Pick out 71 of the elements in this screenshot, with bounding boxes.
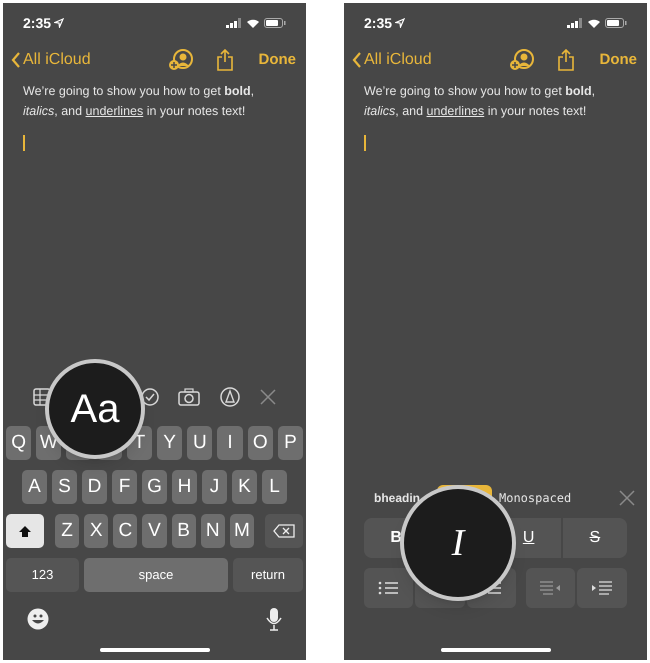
battery-icon [264, 18, 286, 28]
add-person-icon[interactable] [168, 49, 192, 71]
return-key[interactable]: return [233, 558, 303, 592]
shift-arrow-icon [18, 524, 32, 538]
key[interactable]: H [172, 470, 197, 504]
key[interactable]: F [112, 470, 137, 504]
emoji-icon[interactable] [27, 608, 49, 630]
indent-lines-icon [540, 581, 562, 595]
magnified-label: Aa [70, 386, 120, 433]
list-lines-icon [378, 581, 400, 595]
key[interactable]: B [172, 514, 196, 548]
numbers-key[interactable]: 123 [6, 558, 79, 592]
key[interactable]: U [187, 426, 212, 460]
key[interactable]: C [113, 514, 138, 548]
key[interactable]: Y [157, 426, 182, 460]
magnified-label: I [452, 520, 464, 566]
key[interactable]: K [232, 470, 257, 504]
key[interactable]: A [22, 470, 47, 504]
key[interactable]: I [217, 426, 243, 460]
key[interactable]: J [202, 470, 227, 504]
done-button[interactable]: Done [258, 48, 296, 72]
back-button[interactable]: All iCloud [11, 48, 91, 72]
note-text: We’re going to show you how to get bold, italics, and underlines in your notes text! [364, 83, 596, 120]
key[interactable]: X [84, 514, 108, 548]
share-icon[interactable] [558, 49, 574, 71]
checklist-icon[interactable] [140, 388, 159, 406]
bulleted-list-button[interactable] [364, 568, 414, 608]
share-icon[interactable] [216, 49, 232, 71]
key[interactable]: D [82, 470, 107, 504]
camera-icon[interactable] [178, 388, 200, 406]
chevron-left-icon [11, 52, 20, 68]
style-tab[interactable]: Monospaced [497, 485, 574, 511]
status-time: 2:35 [364, 14, 392, 32]
key[interactable]: P [278, 426, 304, 460]
key[interactable]: Z [55, 514, 80, 548]
key[interactable]: S [52, 470, 77, 504]
indent-button[interactable] [577, 568, 628, 608]
text-cursor [23, 135, 25, 151]
add-person-icon[interactable] [510, 49, 534, 71]
space-key[interactable]: space [84, 558, 228, 592]
key[interactable]: V [142, 514, 167, 548]
signal-icon [226, 18, 242, 28]
indent-lines-icon [592, 581, 613, 595]
key[interactable]: G [142, 470, 167, 504]
back-button[interactable]: All iCloud [352, 48, 432, 72]
location-arrow-icon [54, 18, 64, 28]
key[interactable]: O [248, 426, 273, 460]
signal-icon [567, 18, 583, 28]
key[interactable]: M [230, 514, 254, 548]
outdent-button[interactable] [526, 568, 576, 608]
strike-button[interactable]: S [562, 518, 627, 558]
chevron-left-icon [352, 52, 361, 68]
wifi-icon [587, 18, 601, 28]
key[interactable]: Q [6, 426, 32, 460]
status-time: 2:35 [23, 14, 52, 32]
wifi-icon [246, 18, 260, 28]
done-button[interactable]: Done [600, 48, 637, 72]
text-cursor [364, 135, 366, 151]
delete-key[interactable] [264, 514, 303, 548]
location-arrow-icon [395, 18, 406, 28]
microphone-icon[interactable] [266, 607, 282, 631]
note-text: We’re going to show you how to get bold, italics, and underlines in your notes text! [23, 83, 256, 120]
key[interactable]: N [200, 514, 225, 548]
key[interactable]: L [262, 470, 287, 504]
battery-icon [605, 18, 627, 28]
close-icon[interactable] [619, 490, 635, 506]
backspace-icon [272, 524, 295, 538]
shift-key[interactable] [6, 514, 44, 548]
close-icon[interactable] [260, 389, 276, 405]
pen-tip-icon[interactable] [220, 387, 240, 407]
style-tab[interactable]: bheadin [372, 485, 432, 511]
